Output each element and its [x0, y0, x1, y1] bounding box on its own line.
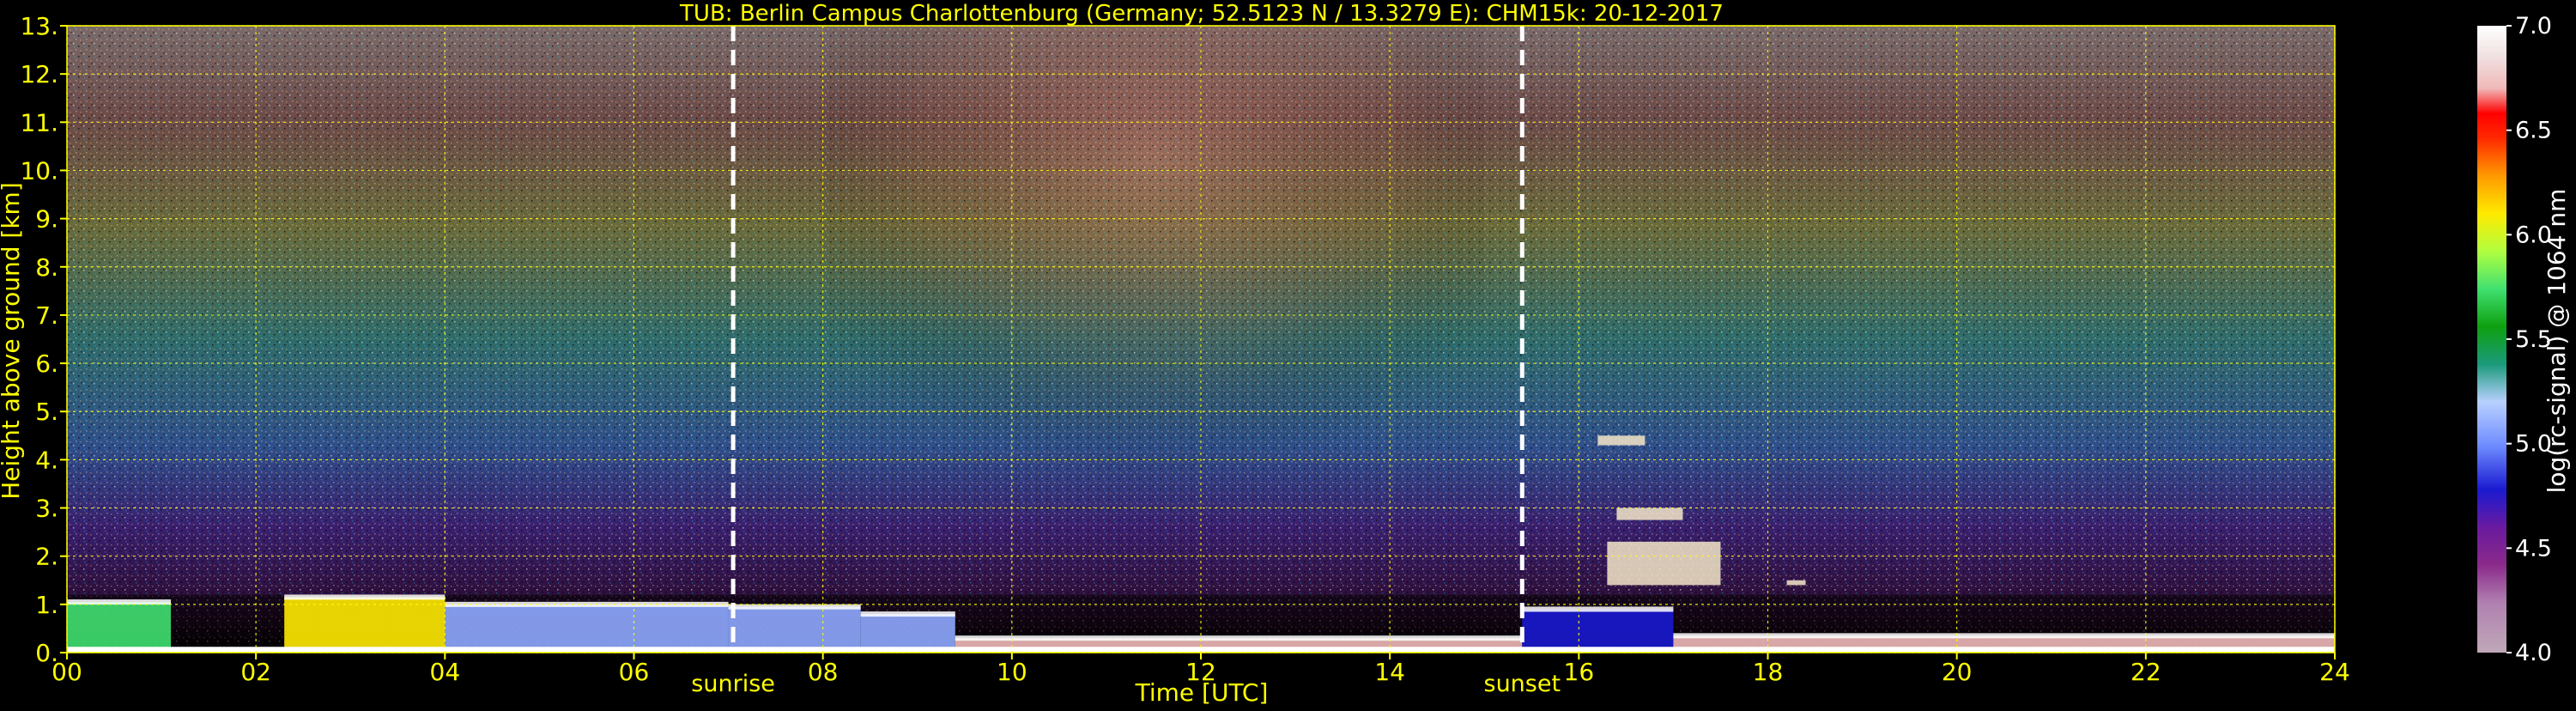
y-tick-label: 11. — [20, 108, 58, 137]
y-tick-label: 8. — [35, 253, 58, 282]
boundary-layer-segment — [1522, 609, 1674, 653]
x-tick-label: 20 — [1942, 658, 1973, 686]
boundary-layer-segment — [67, 602, 172, 653]
y-tick-label: 6. — [35, 349, 58, 378]
y-axis-label: Height above ground [km] — [0, 182, 25, 500]
y-tick-label: 0. — [35, 639, 58, 667]
y-tick-label: 13. — [20, 12, 58, 40]
cloud-patch — [1607, 541, 1721, 586]
colorbar-tick-label: 4.5 — [2515, 535, 2552, 562]
x-tick-label: 24 — [2319, 658, 2350, 686]
chart-title: TUB: Berlin Campus Charlottenburg (Germa… — [679, 1, 1724, 27]
boundary-layer-top — [728, 604, 861, 610]
x-tick-label: 14 — [1374, 658, 1405, 686]
y-tick-label: 1. — [35, 591, 58, 619]
colorbar-gradient — [2477, 26, 2506, 653]
boundary-layer-top — [67, 599, 172, 605]
y-tick-label: 5. — [35, 398, 58, 426]
y-tick-label: 9. — [35, 205, 58, 234]
colorbar: 4.04.55.05.56.06.57.0 — [2477, 13, 2552, 666]
boundary-layer-segment — [284, 597, 445, 653]
y-tick-label: 12. — [20, 60, 58, 88]
x-tick-label: 16 — [1564, 658, 1595, 686]
boundary-layer-top — [1522, 606, 1674, 612]
colorbar-label: log(rc-signal) @ 1064 nm — [2543, 189, 2571, 494]
y-tick-label: 10. — [20, 156, 58, 185]
x-tick-label: 22 — [2131, 658, 2161, 686]
boundary-layer-top — [284, 594, 445, 600]
y-tick-label: 4. — [35, 446, 58, 474]
cloud-patch — [1597, 435, 1646, 446]
cloud-patch — [1616, 507, 1683, 520]
y-tick-label: 7. — [35, 301, 58, 330]
colorbar-tick-label: 7.0 — [2515, 13, 2552, 40]
boundary-layer-top — [1673, 633, 2335, 639]
chart-svg: sunrise sunset 00 02 04 06 08 10 12 14 16 18 20 22 24… — [0, 1, 2571, 707]
boundary-layer-segment — [445, 604, 729, 653]
boundary-layer-top — [860, 611, 955, 617]
cloud-patch — [1786, 580, 1806, 586]
sunrise-label: sunrise — [691, 671, 775, 697]
boundary-layer-top — [955, 635, 1523, 641]
colorbar-tick-label: 6.5 — [2515, 118, 2552, 144]
x-tick-label: 08 — [808, 658, 839, 686]
lidar-figure: sunrise sunset 00 02 04 06 08 10 12 14 16 18 20 22 24… — [0, 0, 2576, 708]
y-tick-label: 2. — [35, 543, 58, 571]
boundary-layer-segment — [728, 606, 861, 653]
x-tick-label: 10 — [997, 658, 1027, 686]
x-tick-label: 18 — [1753, 658, 1784, 686]
x-tick-label: 04 — [430, 658, 461, 686]
sunset-label: sunset — [1484, 671, 1561, 697]
colorbar-tick-label: 4.0 — [2515, 640, 2552, 666]
x-tick-label: 02 — [240, 658, 271, 686]
x-axis-label: Time [UTC] — [1135, 678, 1269, 707]
y-tick-label: 3. — [35, 495, 58, 523]
x-tick-label: 06 — [619, 658, 650, 686]
